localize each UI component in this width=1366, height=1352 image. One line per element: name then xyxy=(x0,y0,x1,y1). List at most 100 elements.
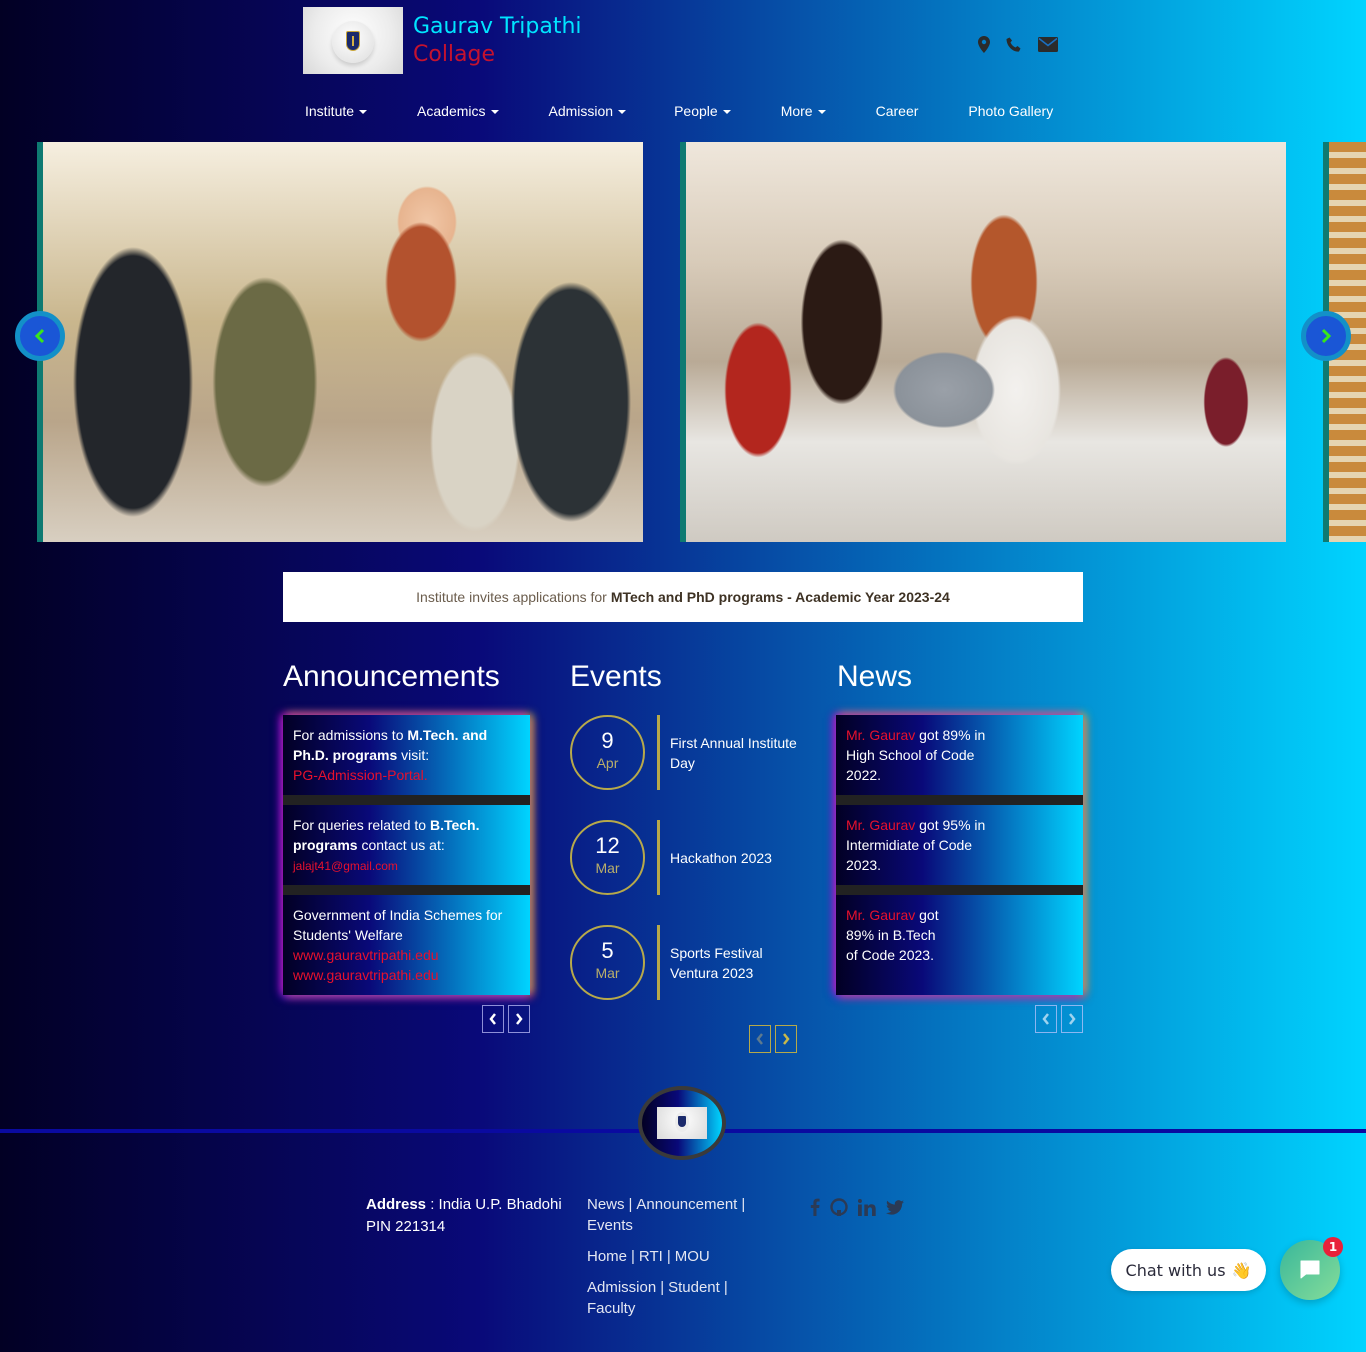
carousel-slide[interactable] xyxy=(37,142,643,542)
chevron-right-icon xyxy=(516,1013,523,1025)
map-marker-icon[interactable] xyxy=(978,36,990,57)
event-month: Mar xyxy=(595,860,620,876)
envelope-icon[interactable] xyxy=(1038,37,1058,56)
prev-button[interactable] xyxy=(482,1005,504,1033)
logo[interactable] xyxy=(303,7,403,74)
nav-label: More xyxy=(780,103,813,119)
announcements-title: Announcements xyxy=(283,660,500,693)
text: contact us at: xyxy=(357,837,445,853)
slide-image xyxy=(43,142,643,542)
nav-institute[interactable]: Institute xyxy=(305,100,368,122)
next-button[interactable] xyxy=(1061,1005,1083,1033)
prev-button[interactable] xyxy=(1035,1005,1057,1033)
event-month: Mar xyxy=(595,965,620,981)
event-date-badge: 9 Apr xyxy=(570,715,645,790)
event-item[interactable]: 9 Apr First Annual Institute Day xyxy=(570,715,810,790)
nav-academics[interactable]: Academics xyxy=(417,100,499,122)
carousel-slide[interactable] xyxy=(680,142,1286,542)
github-icon[interactable] xyxy=(830,1198,848,1220)
nav-career[interactable]: Career xyxy=(876,100,919,122)
image-carousel xyxy=(0,142,1366,542)
brand-subtitle: Collage xyxy=(413,42,496,67)
event-title: First Annual Institute Day xyxy=(670,734,797,771)
contact-icons xyxy=(978,36,1058,57)
chat-label: Chat with us xyxy=(1125,1260,1226,1280)
news-item[interactable]: Mr. Gaurav got 89% in High School of Cod… xyxy=(836,715,1083,795)
notice-text: Institute invites applications for xyxy=(416,589,607,605)
caret-down-icon xyxy=(722,110,731,115)
website-link[interactable]: www.gauravtripathi.edu xyxy=(293,967,439,983)
event-title: Sports Festival Ventura 2023 xyxy=(670,944,763,981)
nav-more[interactable]: More xyxy=(781,100,826,122)
news-item[interactable]: Mr. Gaurav got 89% in B.Tech of Code 202… xyxy=(836,895,1083,995)
main-nav: Institute Academics Admission People Mor… xyxy=(305,100,1053,122)
events-title: Events xyxy=(570,660,662,693)
text: For admissions to xyxy=(293,727,408,743)
text: Government of India Schemes for Students… xyxy=(293,907,503,943)
phone-icon[interactable] xyxy=(1006,37,1022,57)
pg-admission-portal-link[interactable]: PG-Admission-Portal. xyxy=(293,767,428,783)
next-button[interactable] xyxy=(508,1005,530,1033)
footer-link-announcement[interactable]: Announcement xyxy=(636,1196,737,1213)
notice-highlight: MTech and PhD programs - Academic Year 2… xyxy=(610,589,950,605)
event-item[interactable]: 12 Mar Hackathon 2023 xyxy=(570,820,810,895)
news-pager xyxy=(1035,1005,1083,1033)
text: For queries related to xyxy=(293,817,430,833)
chevron-left-icon xyxy=(489,1013,496,1025)
caret-down-icon xyxy=(490,110,499,115)
nav-admission[interactable]: Admission xyxy=(549,100,627,122)
website-link[interactable]: www.gauravtripathi.edu xyxy=(293,947,439,963)
email-link[interactable]: jalajt41@gmail.com xyxy=(293,859,398,873)
nav-label: Career xyxy=(875,103,919,119)
footer-address: Address : India U.P. Bhadohi PIN 221314 xyxy=(366,1194,566,1238)
link-row: Home | RTI | MOU xyxy=(587,1248,710,1265)
linkedin-icon[interactable] xyxy=(857,1198,876,1220)
text: visit: xyxy=(397,747,430,763)
footer-link-mou[interactable]: MOU xyxy=(675,1248,710,1265)
chat-with-us-button[interactable]: Chat with us 👋 xyxy=(1111,1249,1266,1291)
footer-link-home[interactable]: Home xyxy=(587,1248,627,1265)
event-month: Apr xyxy=(596,755,619,771)
seal-icon xyxy=(332,21,374,63)
slide-image xyxy=(686,142,1286,542)
nav-label: Institute xyxy=(305,103,355,119)
nav-label: Admission xyxy=(548,103,614,119)
footer-logo[interactable] xyxy=(638,1086,726,1160)
nav-label: People xyxy=(674,103,718,119)
prev-button[interactable] xyxy=(749,1025,771,1053)
caret-down-icon xyxy=(618,110,627,115)
twitter-icon[interactable] xyxy=(886,1199,904,1219)
address-label: Address xyxy=(366,1196,427,1213)
footer-link-rti[interactable]: RTI xyxy=(639,1248,663,1265)
event-divider xyxy=(657,715,660,790)
announcements-list: For admissions to M.Tech. and Ph.D. prog… xyxy=(283,715,530,995)
event-item[interactable]: 5 Mar Sports Festival Ventura 2023 xyxy=(570,925,810,1000)
event-day: 5 xyxy=(601,938,614,963)
facebook-icon[interactable] xyxy=(810,1198,820,1220)
news-item[interactable]: Mr. Gaurav got 95% in Intermidiate of Co… xyxy=(836,805,1083,885)
chevron-left-icon xyxy=(34,328,45,344)
chevron-right-icon xyxy=(783,1033,790,1045)
event-day: 12 xyxy=(595,833,620,858)
carousel-next-button[interactable] xyxy=(1301,311,1351,361)
nav-people[interactable]: People xyxy=(674,100,731,122)
news-name: Mr. Gaurav xyxy=(846,817,916,833)
site-header: Gaurav Tripathi Collage xyxy=(303,7,1063,74)
footer-link-events[interactable]: Events xyxy=(587,1217,633,1234)
waving-hand-icon: 👋 xyxy=(1231,1260,1252,1280)
footer-link-student[interactable]: Student xyxy=(668,1279,720,1296)
caret-down-icon xyxy=(359,110,368,115)
announcement-item: For queries related to B.Tech. programs … xyxy=(283,805,530,885)
nav-photo-gallery[interactable]: Photo Gallery xyxy=(968,100,1053,122)
chevron-right-icon xyxy=(1069,1013,1076,1025)
caret-down-icon xyxy=(817,110,826,115)
next-button[interactable] xyxy=(775,1025,797,1053)
admission-notice[interactable]: Institute invites applications for MTech… xyxy=(283,572,1083,622)
news-name: Mr. Gaurav xyxy=(846,907,916,923)
carousel-prev-button[interactable] xyxy=(15,311,65,361)
footer-link-admission[interactable]: Admission xyxy=(587,1279,656,1296)
announcement-item: For admissions to M.Tech. and Ph.D. prog… xyxy=(283,715,530,795)
footer-link-news[interactable]: News xyxy=(587,1196,625,1213)
seal-icon xyxy=(657,1107,707,1139)
footer-link-faculty[interactable]: Faculty xyxy=(587,1300,635,1317)
